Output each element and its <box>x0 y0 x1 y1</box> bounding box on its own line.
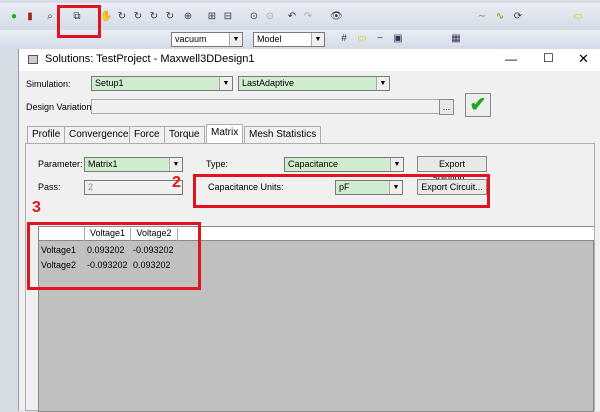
parameter-select[interactable]: Matrix1 ▼ <box>84 157 183 172</box>
solution-value: LastAdaptive <box>242 78 295 88</box>
simulation-value: Setup1 <box>95 78 124 88</box>
type-select[interactable]: Capacitance ▼ <box>284 157 404 172</box>
chevron-down-icon[interactable]: ▼ <box>311 33 324 46</box>
simulation-select[interactable]: Setup1 ▼ <box>91 76 233 91</box>
window-icon <box>28 55 38 64</box>
step-3-label: 3 <box>32 199 41 216</box>
zoom-area-icon[interactable]: ⊕ <box>182 11 194 23</box>
redo-view-icon[interactable]: ↷ <box>302 11 314 23</box>
chevron-down-icon[interactable]: ▼ <box>390 158 403 171</box>
highlight-box-toolbar <box>57 5 101 38</box>
tab-convergence[interactable]: Convergence <box>64 126 134 143</box>
draw-spline-icon[interactable]: ∿ <box>494 11 506 23</box>
window-title: Solutions: TestProject - Maxwell3DDesign… <box>45 53 255 65</box>
apply-button[interactable]: ✔ <box>465 93 491 117</box>
view-icon[interactable]: 👁 <box>330 11 343 23</box>
rotate-icon[interactable]: ↻ <box>164 11 176 23</box>
rotate-icon[interactable]: ↻ <box>148 11 160 23</box>
maximize-button[interactable]: ☐ <box>543 51 554 65</box>
highlight-box-units <box>193 174 490 208</box>
design-variation-label: Design Variation: <box>26 102 94 112</box>
rotate-icon[interactable]: ↻ <box>132 11 144 23</box>
export-solution-button[interactable]: Export Solution... <box>417 156 487 183</box>
pass-label: Pass: <box>38 182 61 192</box>
validate-icon[interactable]: ● <box>8 11 20 23</box>
design-variation-field[interactable] <box>91 99 454 114</box>
tab-torque[interactable]: Torque <box>164 126 205 143</box>
model-value: Model <box>257 34 282 44</box>
parameter-value: Matrix1 <box>88 159 118 169</box>
analyze-icon[interactable]: ▮ <box>24 11 36 23</box>
material-value: vacuum <box>175 34 207 44</box>
tab-profile[interactable]: Profile <box>27 126 66 143</box>
grid-icon[interactable]: # <box>338 33 350 45</box>
chevron-down-icon[interactable]: ▼ <box>376 77 389 90</box>
snap-icon[interactable]: ▣ <box>392 33 404 45</box>
zoom-in-icon[interactable]: ⊞ <box>206 11 218 23</box>
draw-arc-icon[interactable]: ⟳ <box>512 11 524 23</box>
tab-force[interactable]: Force <box>129 126 165 143</box>
tab-matrix[interactable]: Matrix <box>206 124 244 143</box>
simulation-label: Simulation: <box>26 79 71 89</box>
grid-icon[interactable]: ▦ <box>450 33 462 45</box>
chevron-down-icon[interactable]: ▼ <box>219 77 232 90</box>
draw-rect-icon[interactable]: ▭ <box>572 11 584 23</box>
chevron-down-icon[interactable]: ▼ <box>169 158 182 171</box>
undo-view-icon[interactable]: ↶ <box>286 11 298 23</box>
close-button[interactable]: ✕ <box>578 51 589 67</box>
pan-icon[interactable]: ✋ <box>100 11 112 23</box>
solution-select[interactable]: LastAdaptive ▼ <box>238 76 390 91</box>
fit-selection-icon[interactable]: ⊙ <box>264 11 276 23</box>
snap-icon[interactable]: − <box>374 33 386 45</box>
snap-icon[interactable]: ▭ <box>356 33 368 45</box>
tab-mesh-statistics[interactable]: Mesh Statistics <box>244 126 322 143</box>
model-select[interactable]: Model ▼ <box>253 32 325 47</box>
highlight-box-table <box>27 222 201 290</box>
pass-select[interactable]: 2 <box>84 180 183 195</box>
minimize-button[interactable]: — <box>505 52 517 66</box>
zoom-icon[interactable]: ⌕ <box>44 11 56 23</box>
step-2-label: 2 <box>172 174 181 191</box>
pass-value: 2 <box>88 182 94 192</box>
material-select[interactable]: vacuum ▼ <box>171 32 243 47</box>
ellipsis-button[interactable]: ... <box>439 99 454 115</box>
type-label: Type: <box>206 159 229 169</box>
checkmark-icon: ✔ <box>469 94 487 116</box>
fit-all-icon[interactable]: ⊙ <box>248 11 260 23</box>
title-bar: Solutions: TestProject - Maxwell3DDesign… <box>19 49 600 71</box>
type-value: Capacitance <box>288 159 339 169</box>
chevron-down-icon[interactable]: ▼ <box>229 33 242 46</box>
draw-line-icon[interactable]: ∼ <box>476 11 488 23</box>
parameter-label: Parameter: <box>38 159 83 169</box>
zoom-out-icon[interactable]: ⊟ <box>222 11 234 23</box>
rotate-icon[interactable]: ↻ <box>116 11 128 23</box>
